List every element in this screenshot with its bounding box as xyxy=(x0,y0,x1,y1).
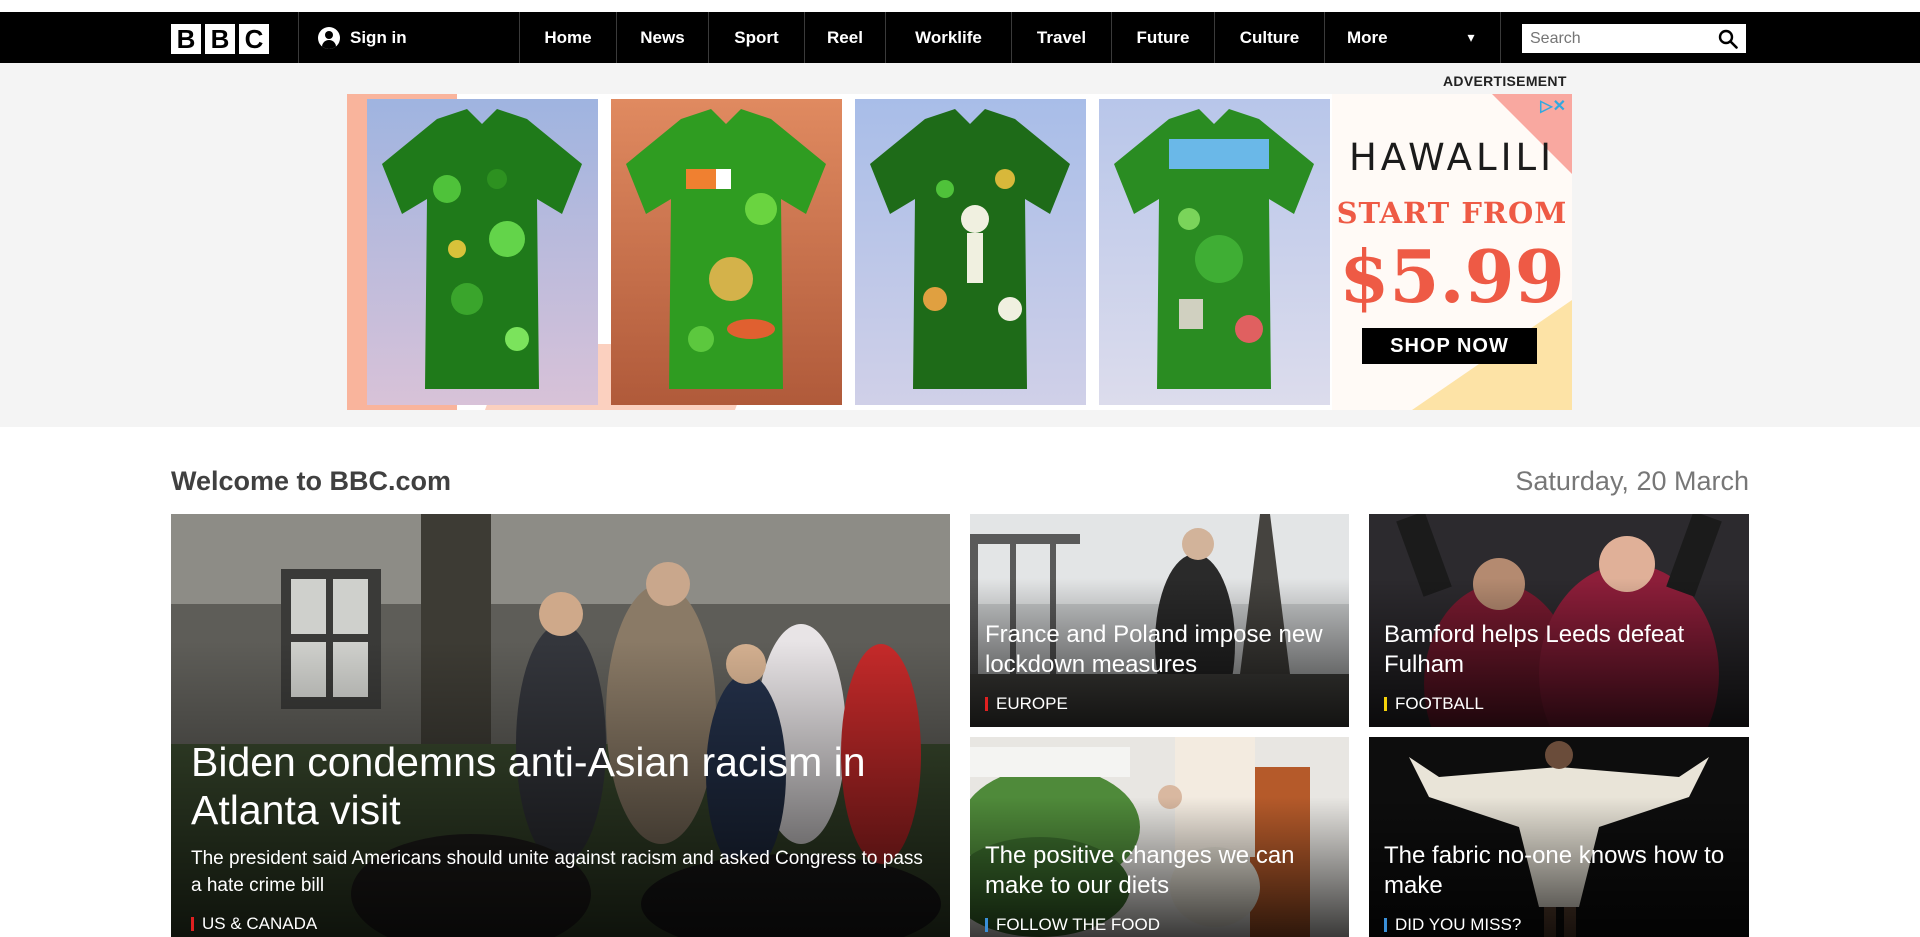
main-story-summary: The president said Americans should unit… xyxy=(191,848,923,896)
nav-divider xyxy=(1500,12,1501,63)
logo-letter-2: B xyxy=(205,24,235,54)
ad-offer-panel: ▷✕ HAWALILI START FROM $5.99 SHOP NOW xyxy=(1332,94,1572,410)
shirt-illustration xyxy=(870,109,1070,389)
nav-home[interactable]: Home xyxy=(520,12,616,63)
main-story-card[interactable]: Biden condemns anti-Asian racism in Atla… xyxy=(171,514,950,937)
story-card-food[interactable]: The positive changes we can make to our … xyxy=(970,737,1349,937)
shirt-illustration xyxy=(1114,109,1314,389)
story-title[interactable]: France and Poland impose new lockdown me… xyxy=(985,620,1334,680)
story-title[interactable]: Bamford helps Leeds defeat Fulham xyxy=(1384,620,1734,680)
tag-marker xyxy=(985,918,988,932)
page-title: Welcome to BBC.com xyxy=(171,466,452,496)
tag-marker xyxy=(1384,697,1387,711)
advertisement-label: ADVERTISEMENT xyxy=(1443,73,1567,89)
ad-shirt-image[interactable] xyxy=(611,99,842,405)
story-tag[interactable]: FOLLOW THE FOOD xyxy=(985,915,1160,935)
ad-shirt-image[interactable] xyxy=(855,99,1086,405)
ad-brand-name: HAWALILI xyxy=(1348,136,1556,179)
nav-culture[interactable]: Culture xyxy=(1215,12,1324,63)
tag-marker xyxy=(1384,918,1387,932)
story-card-europe[interactable]: France and Poland impose new lockdown me… xyxy=(970,514,1349,727)
nav-more[interactable]: More xyxy=(1325,12,1437,63)
search-input[interactable] xyxy=(1522,24,1710,53)
ad-tagline: START FROM xyxy=(1336,196,1568,230)
story-tag[interactable]: EUROPE xyxy=(985,694,1068,714)
adchoices-icon[interactable]: ▷✕ xyxy=(1540,96,1566,116)
tag-label: FOLLOW THE FOOD xyxy=(996,915,1161,934)
logo-letter-1: B xyxy=(171,24,201,54)
top-navigation-bar: B B C Sign in Home News Sport Reel Workl… xyxy=(0,12,1920,63)
advertisement-band: ADVERTISEMENT ▷✕ HAWALILI START FROM $5.… xyxy=(0,63,1920,427)
nav-travel[interactable]: Travel xyxy=(1012,12,1111,63)
tag-label: FOOTBALL xyxy=(1395,694,1484,713)
ad-shirt-image[interactable] xyxy=(1099,99,1330,405)
bbc-logo[interactable]: B B C xyxy=(171,24,269,54)
nav-news[interactable]: News xyxy=(617,12,708,63)
nav-reel[interactable]: Reel xyxy=(805,12,885,63)
tag-label: US & CANADA xyxy=(202,914,318,933)
page-date: Saturday, 20 March xyxy=(1515,466,1749,496)
sign-in-label: Sign in xyxy=(350,27,407,47)
story-title[interactable]: The positive changes we can make to our … xyxy=(985,841,1334,901)
logo-letter-3: C xyxy=(239,24,269,54)
more-caret-icon[interactable]: ▾ xyxy=(1456,12,1486,63)
ad-price: $5.99 xyxy=(1339,234,1565,319)
story-card-football[interactable]: Bamford helps Leeds defeat Fulham FOOTBA… xyxy=(1369,514,1749,727)
shirt-illustration xyxy=(382,109,582,389)
search-icon[interactable] xyxy=(1718,29,1738,49)
tag-label: EUROPE xyxy=(996,694,1068,713)
shop-now-button[interactable]: SHOP NOW xyxy=(1362,328,1537,364)
shirt-illustration xyxy=(626,109,826,389)
navigation-inner: B B C Sign in Home News Sport Reel Workl… xyxy=(171,12,1746,63)
user-icon xyxy=(318,26,340,49)
nav-divider xyxy=(298,12,299,63)
nav-sport[interactable]: Sport xyxy=(709,12,804,63)
tag-label: DID YOU MISS? xyxy=(1395,915,1522,934)
story-title[interactable]: The fabric no-one knows how to make xyxy=(1384,841,1734,901)
tag-marker xyxy=(985,697,988,711)
tag-marker xyxy=(191,917,194,931)
sign-in-button[interactable]: Sign in xyxy=(318,12,407,63)
main-story-tag[interactable]: US & CANADA xyxy=(191,914,317,934)
story-tag[interactable]: FOOTBALL xyxy=(1384,694,1484,714)
story-card-fabric[interactable]: The fabric no-one knows how to make DID … xyxy=(1369,737,1749,937)
ad-shirt-image[interactable] xyxy=(367,99,598,405)
story-tag[interactable]: DID YOU MISS? xyxy=(1384,915,1521,935)
main-story-title[interactable]: Biden condemns anti-Asian racism in Atla… xyxy=(191,738,930,834)
nav-worklife[interactable]: Worklife xyxy=(886,12,1011,63)
ad-banner[interactable]: ▷✕ HAWALILI START FROM $5.99 SHOP NOW xyxy=(347,94,1572,410)
search-box xyxy=(1522,24,1746,53)
nav-future[interactable]: Future xyxy=(1112,12,1214,63)
